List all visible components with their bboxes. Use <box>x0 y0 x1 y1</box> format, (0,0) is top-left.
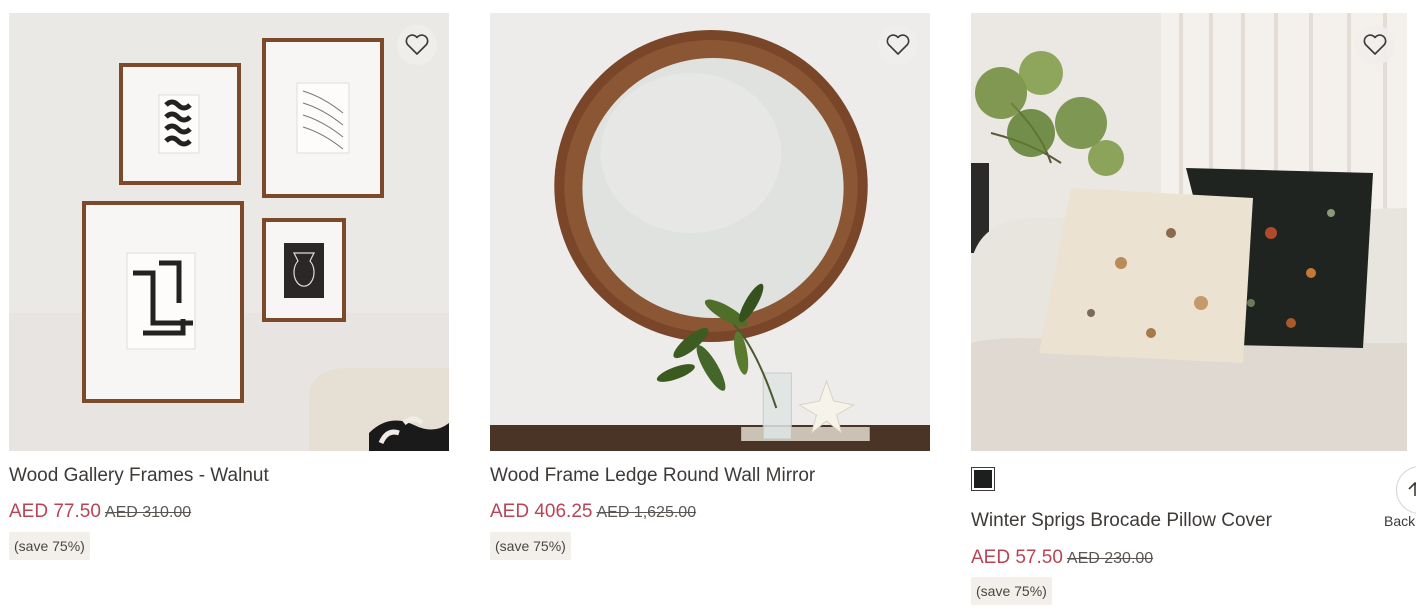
product-card-round-wall-mirror[interactable]: Wood Frame Ledge Round Wall Mirror AED 4… <box>490 13 930 560</box>
product-title[interactable]: Wood Gallery Frames - Walnut <box>9 465 269 487</box>
save-badge: (save 75%) <box>9 532 90 560</box>
wishlist-button[interactable] <box>1355 25 1395 65</box>
product-card-wood-gallery-frames[interactable]: Wood Gallery Frames - Walnut AED 77.50 AE… <box>9 13 449 560</box>
heart-icon <box>405 34 429 55</box>
back-to-top-label[interactable]: Back <box>1384 513 1415 529</box>
product-image-round-mirror[interactable] <box>490 13 930 451</box>
price-row: AED 406.25 AED 1,625.00 <box>490 501 696 523</box>
save-badge: (save 75%) <box>971 577 1052 605</box>
price-row: AED 77.50 AED 310.00 <box>9 501 191 523</box>
color-swatch[interactable] <box>971 467 995 491</box>
sale-price: AED 57.50 <box>971 547 1063 568</box>
product-card-brocade-pillow-cover[interactable]: Winter Sprigs Brocade Pillow Cover AED 5… <box>971 13 1407 605</box>
original-price: AED 230.00 <box>1066 550 1154 567</box>
product-title[interactable]: Wood Frame Ledge Round Wall Mirror <box>490 465 815 487</box>
product-image-pillow-cover[interactable] <box>971 13 1407 451</box>
back-to-top-button[interactable] <box>1396 466 1416 514</box>
swatch-color <box>974 470 992 488</box>
original-price: AED 1,625.00 <box>596 504 697 521</box>
product-title[interactable]: Winter Sprigs Brocade Pillow Cover <box>971 510 1272 532</box>
sale-price: AED 77.50 <box>9 501 101 522</box>
price-row: AED 57.50 AED 230.00 <box>971 547 1153 569</box>
heart-icon <box>886 34 910 55</box>
arrow-up-icon <box>1408 481 1416 496</box>
wishlist-button[interactable] <box>878 25 918 65</box>
heart-icon <box>1363 34 1387 55</box>
product-image-gallery-frames[interactable] <box>9 13 449 451</box>
sale-price: AED 406.25 <box>490 501 593 522</box>
original-price: AED 310.00 <box>104 504 192 521</box>
wishlist-button[interactable] <box>397 25 437 65</box>
save-badge: (save 75%) <box>490 532 571 560</box>
